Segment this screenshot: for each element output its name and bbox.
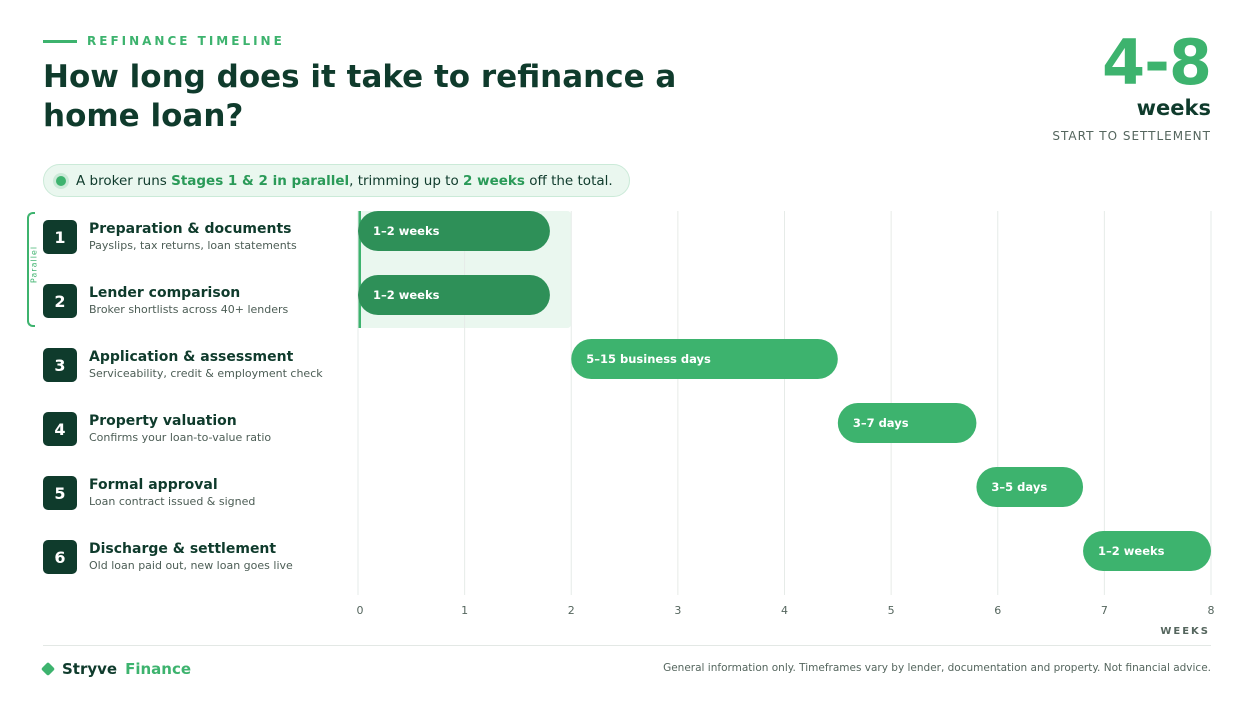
x-tick-label: 6 — [994, 604, 1001, 617]
bar-label: 3–5 days — [991, 480, 1047, 494]
disclaimer: General information only. Timeframes var… — [663, 662, 1211, 674]
x-tick-label: 7 — [1101, 604, 1108, 617]
bar-label: 3–7 days — [853, 416, 909, 430]
x-tick-label: 0 — [357, 604, 364, 617]
x-tick-label: 3 — [674, 604, 681, 617]
bar-label: 1–2 weeks — [373, 224, 440, 238]
timeline-chart: 0 1 2 3 4 5 6 7 8 1–2 weeks 1–2 weeks 5–15 business… — [357, 211, 1215, 617]
x-tick-label: 4 — [781, 604, 788, 617]
bar-label: 1–2 weeks — [1098, 544, 1165, 558]
brand-name: Stryve — [62, 660, 118, 678]
x-tick-label: 1 — [461, 604, 468, 617]
bar-label: 1–2 weeks — [373, 288, 440, 302]
footer-divider — [43, 645, 1211, 646]
x-tick-label: 8 — [1208, 604, 1215, 617]
brand-diamond-icon — [40, 661, 56, 677]
x-axis-label: WEEKS — [1160, 626, 1210, 637]
bar-label: 5–15 business days — [586, 352, 711, 366]
brand-logo: Stryve Finance — [40, 660, 192, 678]
x-tick-label: 2 — [568, 604, 575, 617]
x-tick-label: 5 — [888, 604, 895, 617]
brand-name-accent: Finance — [125, 660, 192, 678]
